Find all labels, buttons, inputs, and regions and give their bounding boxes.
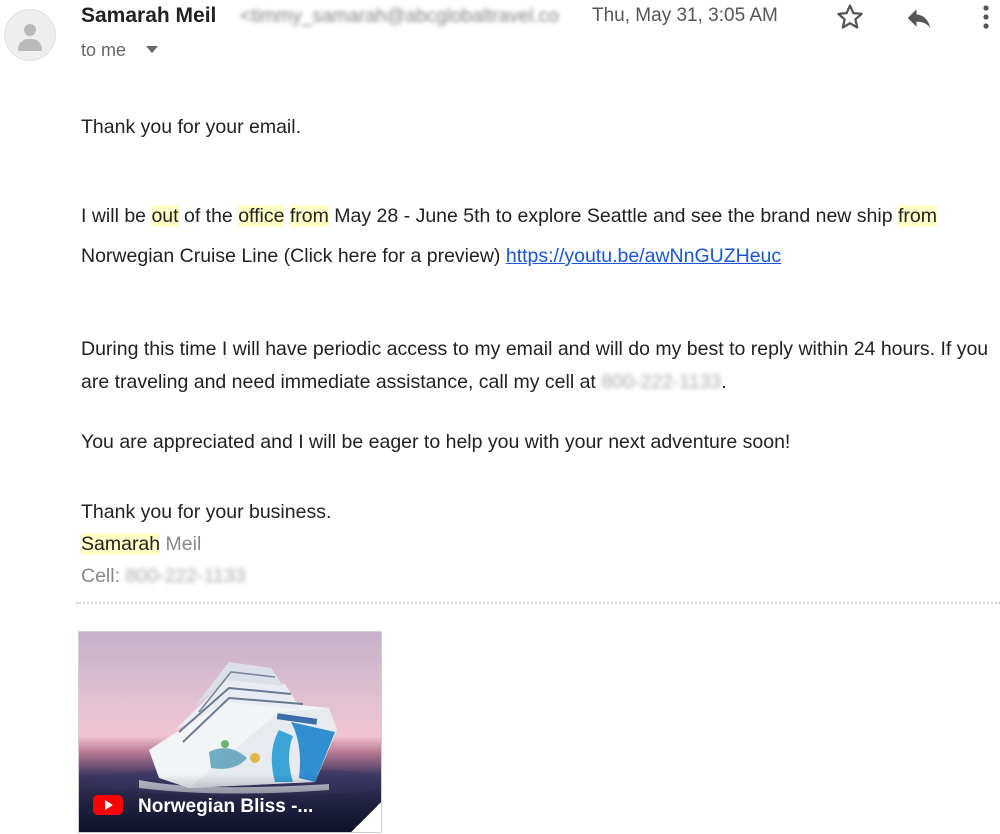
email-date: Thu, May 31, 3:05 AM [592,5,778,26]
cell-number-redacted: 800-222-1133 [125,565,246,587]
cell-label: Cell: [81,565,126,587]
youtube-link[interactable]: https://youtu.be/awNnGUZHeuc [506,245,781,267]
more-vert-icon[interactable] [978,2,994,32]
highlight-out: out [151,205,179,227]
signature-cell: Cell: 800-222-1133 [81,560,331,592]
greeting-paragraph: Thank you for your email. [81,116,302,138]
highlight-office: office [238,205,285,227]
video-preview-card[interactable]: Norwegian Bliss -... [78,631,382,833]
text: During this time I will have periodic ac… [81,338,989,393]
video-title: Norwegian Bliss -... [138,796,314,817]
signature-last-name: Meil [160,533,202,555]
youtube-icon [93,795,123,815]
person-icon-body [18,39,42,51]
card-corner-fold [351,802,381,832]
sender-avatar[interactable] [4,9,56,61]
reply-icon[interactable] [902,3,936,33]
signature-name: Samarah Meil [81,528,331,560]
recipient-label: to me [81,40,127,60]
availability-paragraph: During this time I will have periodic ac… [81,333,991,399]
star-icon[interactable] [835,2,865,32]
out-of-office-paragraph: I will be out of the office from May 28 … [81,196,991,276]
caret-down-icon[interactable] [145,45,159,55]
text: . [721,371,727,393]
sender-email: <timmy_samarah@abcglobaltravel.com> [240,6,560,27]
highlight-from: from [289,205,329,227]
phone-number-redacted: 800-222-1133 [601,371,722,393]
signature-thanks: Thank you for your business. [81,501,332,523]
text: Norwegian Cruise Line (Click here for a … [81,245,506,267]
text: of the [178,205,239,227]
highlight-first-name: Samarah [81,533,161,555]
highlight-from-2: from [897,205,937,227]
signature: Thank you for your business. Samarah Mei… [81,496,331,592]
person-icon-head [24,24,36,36]
text: May 28 - June 5th to explore Seattle and… [328,205,898,227]
attachment-divider [76,602,1000,604]
sender-name[interactable]: Samarah Meil [81,4,216,28]
text: I will be [81,205,152,227]
appreciation-paragraph: You are appreciated and I will be eager … [81,431,791,453]
